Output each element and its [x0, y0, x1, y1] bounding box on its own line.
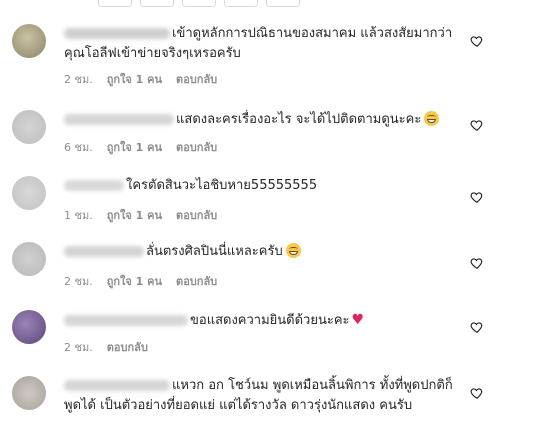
reply-button[interactable]: ตอบกลับ [176, 272, 217, 290]
like-heart-icon[interactable] [470, 190, 484, 204]
comment-meta: 2 ชม. ถูกใจ 1 คน ตอบกลับ [64, 272, 217, 290]
comment-text: ลั่นตรงศิลปินนี่แหละครับ [64, 242, 456, 262]
like-count[interactable]: ถูกใจ 1 คน [107, 272, 162, 290]
avatar[interactable] [12, 24, 46, 58]
blurred-username[interactable] [64, 180, 124, 191]
avatar[interactable] [12, 310, 46, 344]
comment-time[interactable]: 1 ชม. [64, 206, 93, 224]
previous-comment-fragment [98, 0, 300, 7]
avatar[interactable] [12, 242, 46, 276]
comment-time[interactable]: 2 ชม. [64, 272, 93, 290]
comment-meta: 2 ชม. ถูกใจ 1 คน ตอบกลับ [64, 70, 217, 88]
blurred-username[interactable] [64, 28, 170, 39]
comment-meta: 2 ชม. ตอบกลับ [64, 338, 148, 356]
comment-text: เข้าดูหลักการปณิธานของสมาคม แล้วสงสัยมาก… [64, 26, 453, 61]
reply-button[interactable]: ตอบกลับ [176, 206, 217, 224]
comment-text: ขอแสดงความยินดีด้วยนะคะ ♥ [64, 310, 456, 331]
comment-time[interactable]: 6 ชม. [64, 138, 93, 156]
avatar[interactable] [12, 176, 46, 210]
red-heart-emoji-icon: ♥ [351, 312, 365, 328]
like-heart-icon[interactable] [470, 386, 484, 400]
avatar[interactable] [12, 376, 46, 410]
comment-time[interactable]: 2 ชม. [64, 70, 93, 88]
blurred-username[interactable] [64, 315, 188, 326]
like-heart-icon[interactable] [470, 118, 484, 132]
reply-button[interactable]: ตอบกลับ [107, 338, 148, 356]
like-count[interactable]: ถูกใจ 1 คน [107, 138, 162, 156]
blurred-username[interactable] [64, 246, 144, 257]
laughing-emoji-icon [285, 243, 301, 258]
blurred-username[interactable] [64, 380, 170, 391]
comment-text: ใครตัดสินวะไอชิบหาย55555555 [64, 176, 456, 196]
reply-button[interactable]: ตอบกลับ [176, 70, 217, 88]
comment-time[interactable]: 2 ชม. [64, 338, 93, 356]
comment-meta: 1 ชม. ถูกใจ 1 คน ตอบกลับ [64, 206, 217, 224]
comment-text: แหวก อก โชว์นม พูดเหมือนลิ้นพิการ ทั้งที… [64, 378, 453, 413]
like-heart-icon[interactable] [470, 34, 484, 48]
reply-button[interactable]: ตอบกลับ [176, 138, 217, 156]
avatar[interactable] [12, 110, 46, 144]
comment-text: แสดงละครเรื่องอะไร จะได้ไปติดตามดูนะคะ [64, 110, 456, 130]
blurred-username[interactable] [64, 114, 174, 125]
like-count[interactable]: ถูกใจ 1 คน [107, 70, 162, 88]
like-count[interactable]: ถูกใจ 1 คน [107, 206, 162, 224]
comment-meta: 6 ชม. ถูกใจ 1 คน ตอบกลับ [64, 138, 217, 156]
grinning-sweat-emoji-icon [424, 111, 440, 126]
like-heart-icon[interactable] [470, 320, 484, 334]
like-heart-icon[interactable] [470, 256, 484, 270]
